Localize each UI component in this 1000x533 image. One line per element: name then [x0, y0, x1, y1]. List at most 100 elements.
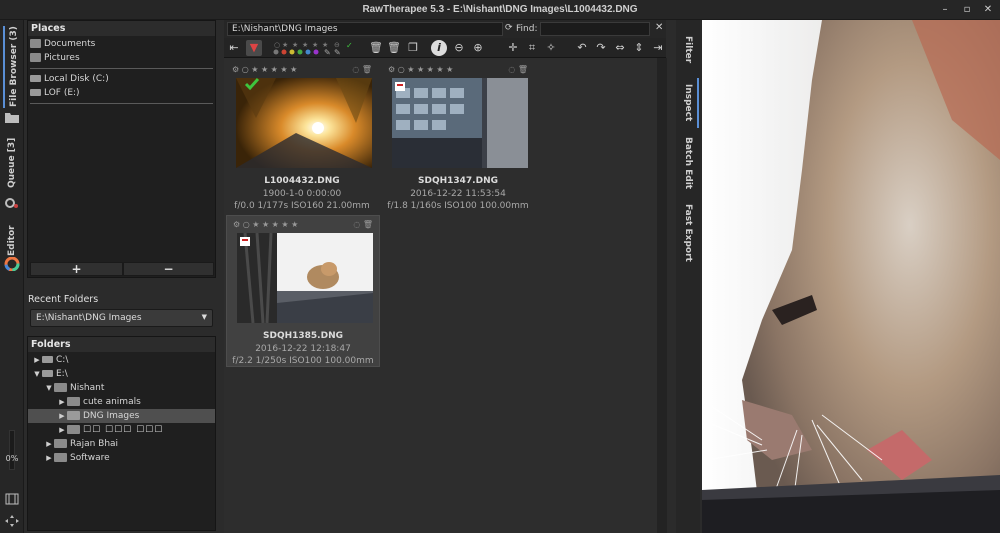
folder-tree-item[interactable]: ▼ Nishant: [28, 381, 215, 395]
browser-path-bar: E:\Nishant\DNG Images ⟳ Find: ✕: [224, 20, 666, 38]
folder-tree-item[interactable]: ▶ ☐☐ ☐☐☐ ☐☐☐: [28, 423, 215, 437]
tab-batch-edit[interactable]: Batch Edit: [679, 132, 697, 194]
svg-text:○: ○: [274, 41, 280, 49]
recent-folders-dropdown[interactable]: E:\Nishant\DNG Images ▼: [30, 309, 213, 327]
zoom-out-icon[interactable]: ⊖: [451, 40, 467, 56]
expand-arrow-icon[interactable]: ▶: [57, 395, 67, 409]
minimize-button[interactable]: –: [937, 2, 953, 18]
thumbnail-item[interactable]: ⚙ ○ ★ ★ ★ ★ ★ ◌ 🗑 SDQH1347.DNG 2016-12-2…: [382, 61, 534, 211]
svg-text:★: ★: [282, 41, 288, 49]
thumbnail-date: 2016-12-22 11:53:54: [410, 189, 506, 199]
trash-icon[interactable]: ◌ 🗑: [508, 65, 528, 74]
svg-text:✎: ✎: [334, 48, 341, 57]
folder-icon: [30, 39, 41, 48]
crop-icon[interactable]: ⌗: [524, 40, 540, 56]
folder-tree-item[interactable]: ▶ cute animals: [28, 395, 215, 409]
folder-label: E:\: [56, 369, 68, 379]
tab-inspect[interactable]: Inspect: [679, 78, 699, 128]
expand-arrow-icon[interactable]: ▶: [57, 423, 67, 437]
trash-icon[interactable]: ◌ 🗑: [353, 220, 373, 229]
navigator-icon[interactable]: [4, 514, 20, 528]
place-item[interactable]: Pictures: [30, 51, 213, 65]
thumbnail-image[interactable]: [392, 78, 528, 168]
tab-file-browser[interactable]: File Browser (3): [3, 26, 23, 108]
path-input[interactable]: E:\Nishant\DNG Images: [227, 22, 503, 36]
drive-icon: [42, 370, 53, 377]
thumbnail-filename: SDQH1347.DNG: [418, 176, 498, 186]
folder-label: Software: [70, 453, 110, 463]
expand-arrow-icon[interactable]: ▶: [44, 437, 54, 451]
thumbnail-item[interactable]: ⚙ ○ ★ ★ ★ ★ ★ ◌ 🗑 L1004432.DNG 1900-1-0 …: [226, 61, 378, 211]
thumbnail-filename: SDQH1385.DNG: [263, 331, 343, 341]
folder-icon: [4, 110, 20, 124]
place-label: Local Disk (C:): [44, 74, 109, 84]
maximize-button[interactable]: ▫: [959, 2, 975, 18]
folder-tree-item[interactable]: ▶ Rajan Bhai: [28, 437, 215, 451]
place-item[interactable]: LOF (E:): [30, 86, 213, 100]
auto-icon[interactable]: ✧: [543, 40, 559, 56]
expand-arrow-icon[interactable]: ▶: [32, 353, 42, 367]
folder-tree-item[interactable]: ▶ C:\: [28, 353, 215, 367]
find-input[interactable]: [540, 22, 650, 36]
thumbnail-rank[interactable]: ⚙ ○ ★ ★ ★ ★ ★ ◌ 🗑: [232, 65, 372, 75]
svg-text:✎: ✎: [324, 48, 331, 57]
thumbnail-exif: f/0.0 1/177s ISO160 21.00mm: [234, 201, 370, 211]
collapse-right-icon[interactable]: ⇥: [650, 40, 666, 56]
flip-vertical-icon[interactable]: ⇕: [631, 40, 647, 56]
thumbnail-rank[interactable]: ⚙ ○ ★ ★ ★ ★ ★ ◌ 🗑: [388, 65, 528, 75]
browser-toolbar: ⇤ ▼ ○ ★ ★ ★ ★ ★ ⊖ ✎ ✎ ✓ 🗑 🗑 ❐ i ⊖ ⊕ ✛ ⌗ ✧ ↶ ↷ …: [224, 38, 666, 58]
thumbnail-image[interactable]: [236, 78, 372, 168]
place-item[interactable]: Local Disk (C:): [30, 72, 213, 86]
left-tab-strip: File Browser (3) Queue [3] Editor 0%: [0, 20, 24, 533]
tab-fast-export[interactable]: Fast Export: [679, 200, 697, 266]
place-item[interactable]: Documents: [30, 37, 213, 51]
thumbnail-rank[interactable]: ⚙ ○ ★ ★ ★ ★ ★ ◌ 🗑: [233, 220, 373, 230]
title-bar: RawTherapee 5.3 - E:\Nishant\DNG Images\…: [0, 0, 1000, 20]
collapse-left-icon[interactable]: ⇤: [226, 40, 242, 56]
folder-tree-item[interactable]: ▼ E:\: [28, 367, 215, 381]
clear-find-icon[interactable]: ✕: [655, 22, 663, 33]
rank-and-color-filters[interactable]: ○ ★ ★ ★ ★ ★ ⊖ ✎ ✎ ✓: [268, 39, 358, 57]
filter-icon[interactable]: ▼: [246, 40, 262, 56]
divider: [30, 68, 213, 69]
close-button[interactable]: ✕: [980, 2, 996, 18]
folder-tree-item[interactable]: ▶ Software: [28, 451, 215, 465]
svg-text:★: ★: [302, 41, 308, 49]
expand-arrow-icon[interactable]: ▶: [57, 409, 67, 423]
rotate-left-icon[interactable]: ↶: [574, 40, 590, 56]
copy-icon[interactable]: ❐: [405, 40, 421, 56]
collapse-arrow-icon[interactable]: ▼: [32, 367, 42, 381]
folder-label: DNG Images: [83, 411, 140, 421]
color-wheel-icon: [4, 256, 20, 272]
drive-icon: [30, 75, 41, 82]
thumbnail-date: 2016-12-22 12:18:47: [255, 344, 351, 354]
thumbnail-image[interactable]: [237, 233, 373, 323]
flip-horizontal-icon[interactable]: ⇔: [612, 40, 628, 56]
zoom-in-icon[interactable]: ⊕: [470, 40, 486, 56]
filmstrip-icon[interactable]: [4, 492, 20, 506]
expand-arrow-icon[interactable]: ▶: [44, 451, 54, 465]
tab-queue[interactable]: Queue [3]: [3, 132, 21, 194]
folder-label: ☐☐ ☐☐☐ ☐☐☐: [83, 425, 164, 435]
refresh-icon[interactable]: ⟳: [505, 23, 513, 33]
folders-header: Folders: [28, 337, 215, 352]
rotate-right-icon[interactable]: ↷: [593, 40, 609, 56]
svg-text:★: ★: [312, 41, 318, 49]
folder-tree-item-selected[interactable]: ▶ DNG Images: [28, 409, 215, 423]
folder-icon: [54, 383, 67, 392]
trash-icon[interactable]: ◌ 🗑: [352, 65, 372, 74]
info-icon[interactable]: i: [431, 40, 447, 56]
straighten-icon[interactable]: ✛: [505, 40, 521, 56]
remove-place-button[interactable]: −: [123, 262, 214, 276]
window-title: RawTherapee 5.3 - E:\Nishant\DNG Images\…: [362, 4, 638, 15]
folder-icon: [54, 439, 67, 448]
thumbnail-scrollbar[interactable]: [657, 58, 667, 533]
collapse-arrow-icon[interactable]: ▼: [44, 381, 54, 395]
places-header: Places: [28, 21, 215, 36]
trash-filter-icon[interactable]: 🗑: [386, 40, 402, 56]
thumbnail-item-selected[interactable]: ⚙ ○ ★ ★ ★ ★ ★ ◌ 🗑 SDQH1385.DNG 2016-12-2…: [226, 215, 380, 367]
places-panel: Places Documents Pictures Local Disk (C:…: [27, 20, 216, 278]
tab-filter[interactable]: Filter: [679, 30, 697, 70]
trash-icon[interactable]: 🗑: [368, 40, 384, 56]
add-place-button[interactable]: +: [30, 262, 123, 276]
